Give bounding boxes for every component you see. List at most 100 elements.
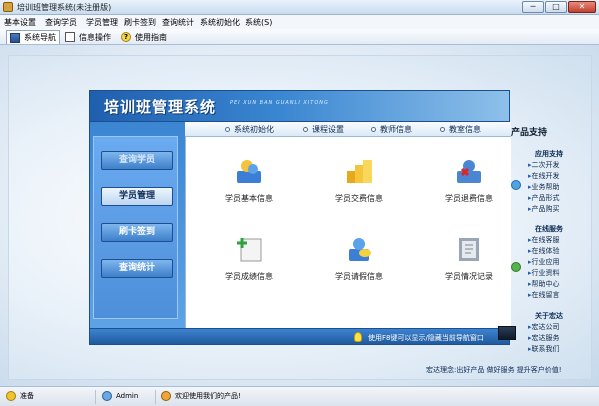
- side-link[interactable]: 在线客服: [528, 235, 563, 245]
- topnav-classroom-info[interactable]: 教室信息: [440, 124, 481, 135]
- side-link[interactable]: 产品形式: [528, 193, 563, 203]
- record-book-icon: [459, 238, 479, 261]
- side-link[interactable]: 产品购买: [528, 204, 563, 214]
- nav-icon: [10, 32, 20, 43]
- tile-student-payment-info[interactable]: 学员交费信息: [314, 153, 404, 211]
- side-link[interactable]: 行业应用: [528, 257, 563, 267]
- menu-query-statistics[interactable]: 查询统计: [162, 17, 194, 28]
- side-link[interactable]: 宏达公司: [528, 322, 563, 332]
- side-link[interactable]: 行业资料: [528, 268, 563, 278]
- status-ready-label: 准备: [20, 392, 34, 400]
- tile-student-basic-info[interactable]: 学员基本信息: [204, 153, 294, 211]
- nav-query-statistics-button[interactable]: 查询统计: [101, 259, 173, 278]
- topnav-course-settings-label: 课程设置: [312, 125, 344, 134]
- tab-info-ops[interactable]: 信息操作: [62, 30, 114, 44]
- arrow-right-icon: [511, 180, 521, 190]
- radio-icon: [303, 127, 308, 132]
- side-group-title: 应用支持: [535, 150, 563, 158]
- nav-query-students-button[interactable]: 查询学员: [101, 151, 173, 170]
- menu-basic-settings[interactable]: 基本设置: [4, 17, 36, 28]
- tile-student-status-record-label: 学员情况记录: [445, 272, 493, 281]
- add-record-icon: [237, 238, 262, 262]
- minimize-button[interactable]: ─: [522, 1, 544, 13]
- main-panel: 培训班管理系统 PEI XUN BAN GUANLI XITONG 查询学员 学…: [89, 90, 511, 345]
- topnav-system-init-label: 系统初始化: [234, 125, 274, 134]
- side-group-online-service: 在线服务 在线客服 在线体验 行业应用 行业资料 帮助中心 在线留言: [528, 224, 563, 300]
- side-link[interactable]: 联系我们: [528, 344, 563, 354]
- status-bar: 准备 Admin 欢迎使用我们的产品!: [0, 386, 599, 406]
- tile-student-status-record[interactable]: 学员情况记录: [424, 231, 514, 289]
- status-ready: 准备: [6, 391, 34, 401]
- company-slogan: 宏达理念:出好产品 做好服务 提升客户价值!: [426, 366, 562, 374]
- maximize-button[interactable]: □: [545, 1, 567, 13]
- topnav-course-settings[interactable]: 课程设置: [303, 124, 344, 135]
- status-user-label: Admin: [116, 392, 139, 400]
- side-group-title: 在线服务: [535, 225, 563, 233]
- student-basic-icon: [237, 160, 261, 183]
- tile-student-refund-info[interactable]: 学员退费信息: [424, 153, 514, 211]
- side-group-title: 关于宏达: [535, 312, 563, 320]
- side-link[interactable]: 在线体验: [528, 246, 563, 256]
- document-icon: [65, 32, 75, 42]
- status-user: Admin: [102, 391, 138, 401]
- radio-icon: [225, 127, 230, 132]
- app-icon: [3, 2, 13, 12]
- tab-info-ops-label: 信息操作: [79, 32, 111, 42]
- tab-user-guide[interactable]: ? 使用指南: [118, 30, 170, 44]
- side-group-about: 关于宏达 宏达公司 宏达服务 联系我们: [528, 311, 563, 354]
- nav-student-management-button[interactable]: 学员管理: [101, 187, 173, 206]
- smile-icon: [161, 391, 171, 401]
- left-nav: 查询学员 学员管理 刷卡签到 查询统计: [90, 122, 185, 328]
- top-nav: 系统初始化 课程设置 教师信息 教室信息: [185, 122, 511, 137]
- tab-system-nav-label: 系统导航: [24, 33, 56, 42]
- help-icon: ?: [121, 32, 131, 42]
- side-link[interactable]: 在线留言: [528, 290, 563, 300]
- tile-student-grade-info[interactable]: 学员成绩信息: [204, 231, 294, 289]
- menu-card-checkin[interactable]: 刷卡签到: [124, 17, 156, 28]
- tile-student-leave-info-label: 学员请假信息: [335, 272, 383, 281]
- tile-student-leave-info[interactable]: 学员请假信息: [314, 231, 404, 289]
- tab-system-nav[interactable]: 系统导航: [6, 30, 60, 44]
- tile-student-refund-info-label: 学员退费信息: [445, 194, 493, 203]
- side-link[interactable]: 业务帮助: [528, 182, 563, 192]
- tile-student-basic-info-label: 学员基本信息: [225, 194, 273, 203]
- refund-icon: [457, 160, 481, 183]
- radio-icon: [440, 127, 445, 132]
- status-separator: [95, 390, 96, 404]
- status-separator: [155, 390, 156, 404]
- panel-footer: 使用F8键可以显示/隐藏当前导航窗口: [89, 328, 510, 345]
- menu-query-students[interactable]: 查询学员: [45, 17, 77, 28]
- leave-request-icon: [349, 238, 371, 261]
- side-link[interactable]: 在线开发: [528, 171, 563, 181]
- close-button[interactable]: ✕: [568, 1, 596, 13]
- arrow-right-icon: [511, 262, 521, 272]
- tile-area: 学员基本信息 学员交费信息 学员退费信息 学员成绩信息 学员请假信息 学员情况记…: [185, 137, 511, 328]
- menu-system[interactable]: 系统(S): [245, 17, 272, 28]
- status-welcome-label: 欢迎使用我们的产品!: [175, 392, 241, 400]
- menu-bar: 基本设置 查询学员 学员管理 刷卡签到 查询统计 系统初始化 系统(S): [0, 15, 599, 29]
- radio-icon: [371, 127, 376, 132]
- tab-user-guide-label: 使用指南: [135, 32, 167, 42]
- side-link[interactable]: 二次开发: [528, 160, 563, 170]
- lightbulb-icon: [354, 332, 362, 342]
- window-title: 培训班管理系统(未注册版): [17, 3, 112, 12]
- side-link[interactable]: 宏达服务: [528, 333, 563, 343]
- monitor-icon: [498, 326, 516, 340]
- title-bar: 培训班管理系统(未注册版) ─ □ ✕: [0, 0, 599, 15]
- panel-body: 查询学员 学员管理 刷卡签到 查询统计 系统初始化 课程设置 教师信息 教室信息…: [89, 122, 511, 328]
- side-group-app-support: 应用支持 二次开发 在线开发 业务帮助 产品形式 产品购买: [528, 149, 563, 214]
- topnav-teacher-info-label: 教师信息: [380, 125, 412, 134]
- menu-student-management[interactable]: 学员管理: [86, 17, 118, 28]
- tile-student-grade-info-label: 学员成绩信息: [225, 272, 273, 281]
- panel-title: 培训班管理系统: [104, 98, 217, 116]
- side-link[interactable]: 帮助中心: [528, 279, 563, 289]
- menu-system-init[interactable]: 系统初始化: [200, 17, 240, 28]
- user-icon: [102, 391, 112, 401]
- nav-card-checkin-button[interactable]: 刷卡签到: [101, 223, 173, 242]
- footer-hint: 使用F8键可以显示/隐藏当前导航窗口: [368, 334, 484, 342]
- topnav-teacher-info[interactable]: 教师信息: [371, 124, 412, 135]
- topnav-system-init[interactable]: 系统初始化: [225, 124, 274, 135]
- panel-header: 培训班管理系统 PEI XUN BAN GUANLI XITONG: [89, 90, 510, 122]
- ready-icon: [6, 391, 16, 401]
- status-welcome: 欢迎使用我们的产品!: [161, 391, 241, 401]
